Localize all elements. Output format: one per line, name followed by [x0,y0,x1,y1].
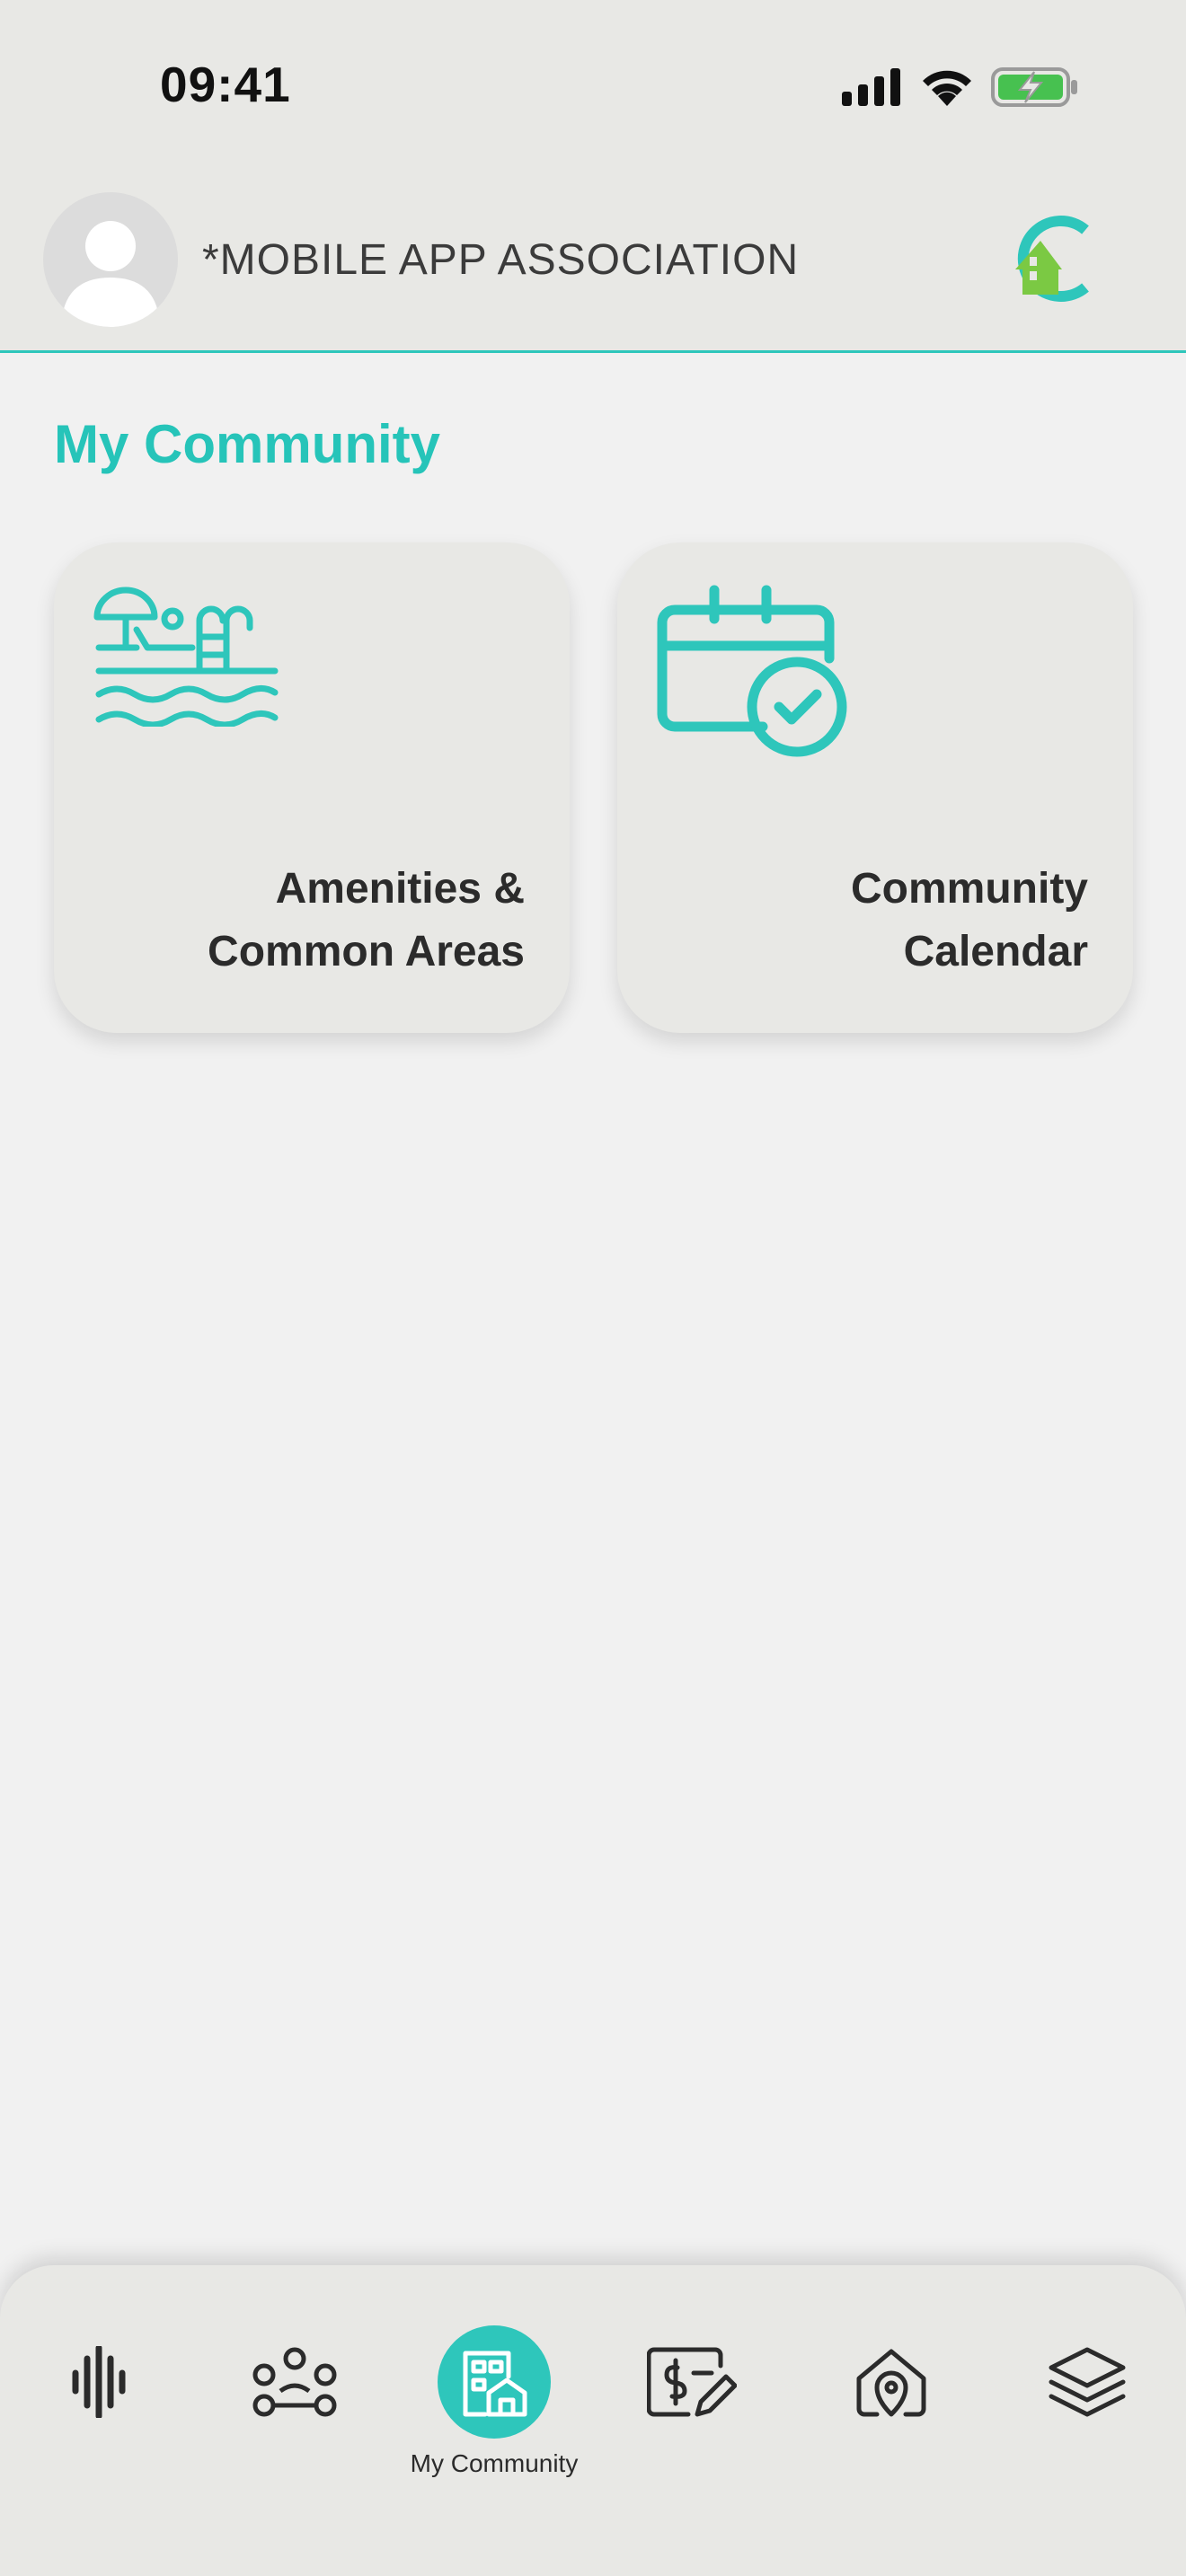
signal-icon [842,68,900,106]
user-avatar-icon [61,221,160,327]
nav-item-people[interactable] [214,2265,376,2481]
nav-item-layers[interactable] [1006,2265,1168,2481]
nav-item-payments[interactable] [611,2265,773,2481]
home-location-icon [856,2349,926,2417]
payment-edit-icon [647,2347,737,2417]
tile-label: Amenities & Common Areas [208,858,525,984]
battery-charging-icon [991,67,1077,107]
community-calendar-tile[interactable]: Community Calendar [617,543,1133,1033]
nav-item-soundwave[interactable] [18,2265,180,2481]
tile-label-line: Common Areas [208,928,525,975]
soundwave-icon [72,2346,126,2418]
nav-label: My Community [410,2449,579,2477]
association-name: *MOBILE APP ASSOCIATION [202,236,800,284]
top-header-area: 09:41 *MOBILE APP ASSOCIATION [0,0,1186,353]
layers-icon [1049,2347,1126,2417]
page-title: My Community [54,414,441,474]
wifi-icon [923,70,971,106]
pool-icon [93,587,279,727]
calendar-check-icon [657,585,847,757]
status-icons [840,65,1083,110]
status-time: 09:41 [160,57,291,112]
nav-item-home-location[interactable] [810,2265,972,2481]
amenities-tile[interactable]: Amenities & Common Areas [54,543,570,1033]
nav-item-my-community[interactable]: My Community [411,2265,578,2481]
people-network-icon [252,2347,337,2417]
tile-label-line: Amenities & [275,865,525,913]
tile-label-line: Community [851,865,1088,913]
brand-logo-icon [1015,216,1089,302]
tile-label-line: Calendar [903,928,1088,975]
tile-label: Community Calendar [851,858,1088,984]
building-home-icon [463,2351,527,2417]
avatar[interactable] [43,192,178,327]
bottom-nav: My Community [0,2265,1186,2576]
